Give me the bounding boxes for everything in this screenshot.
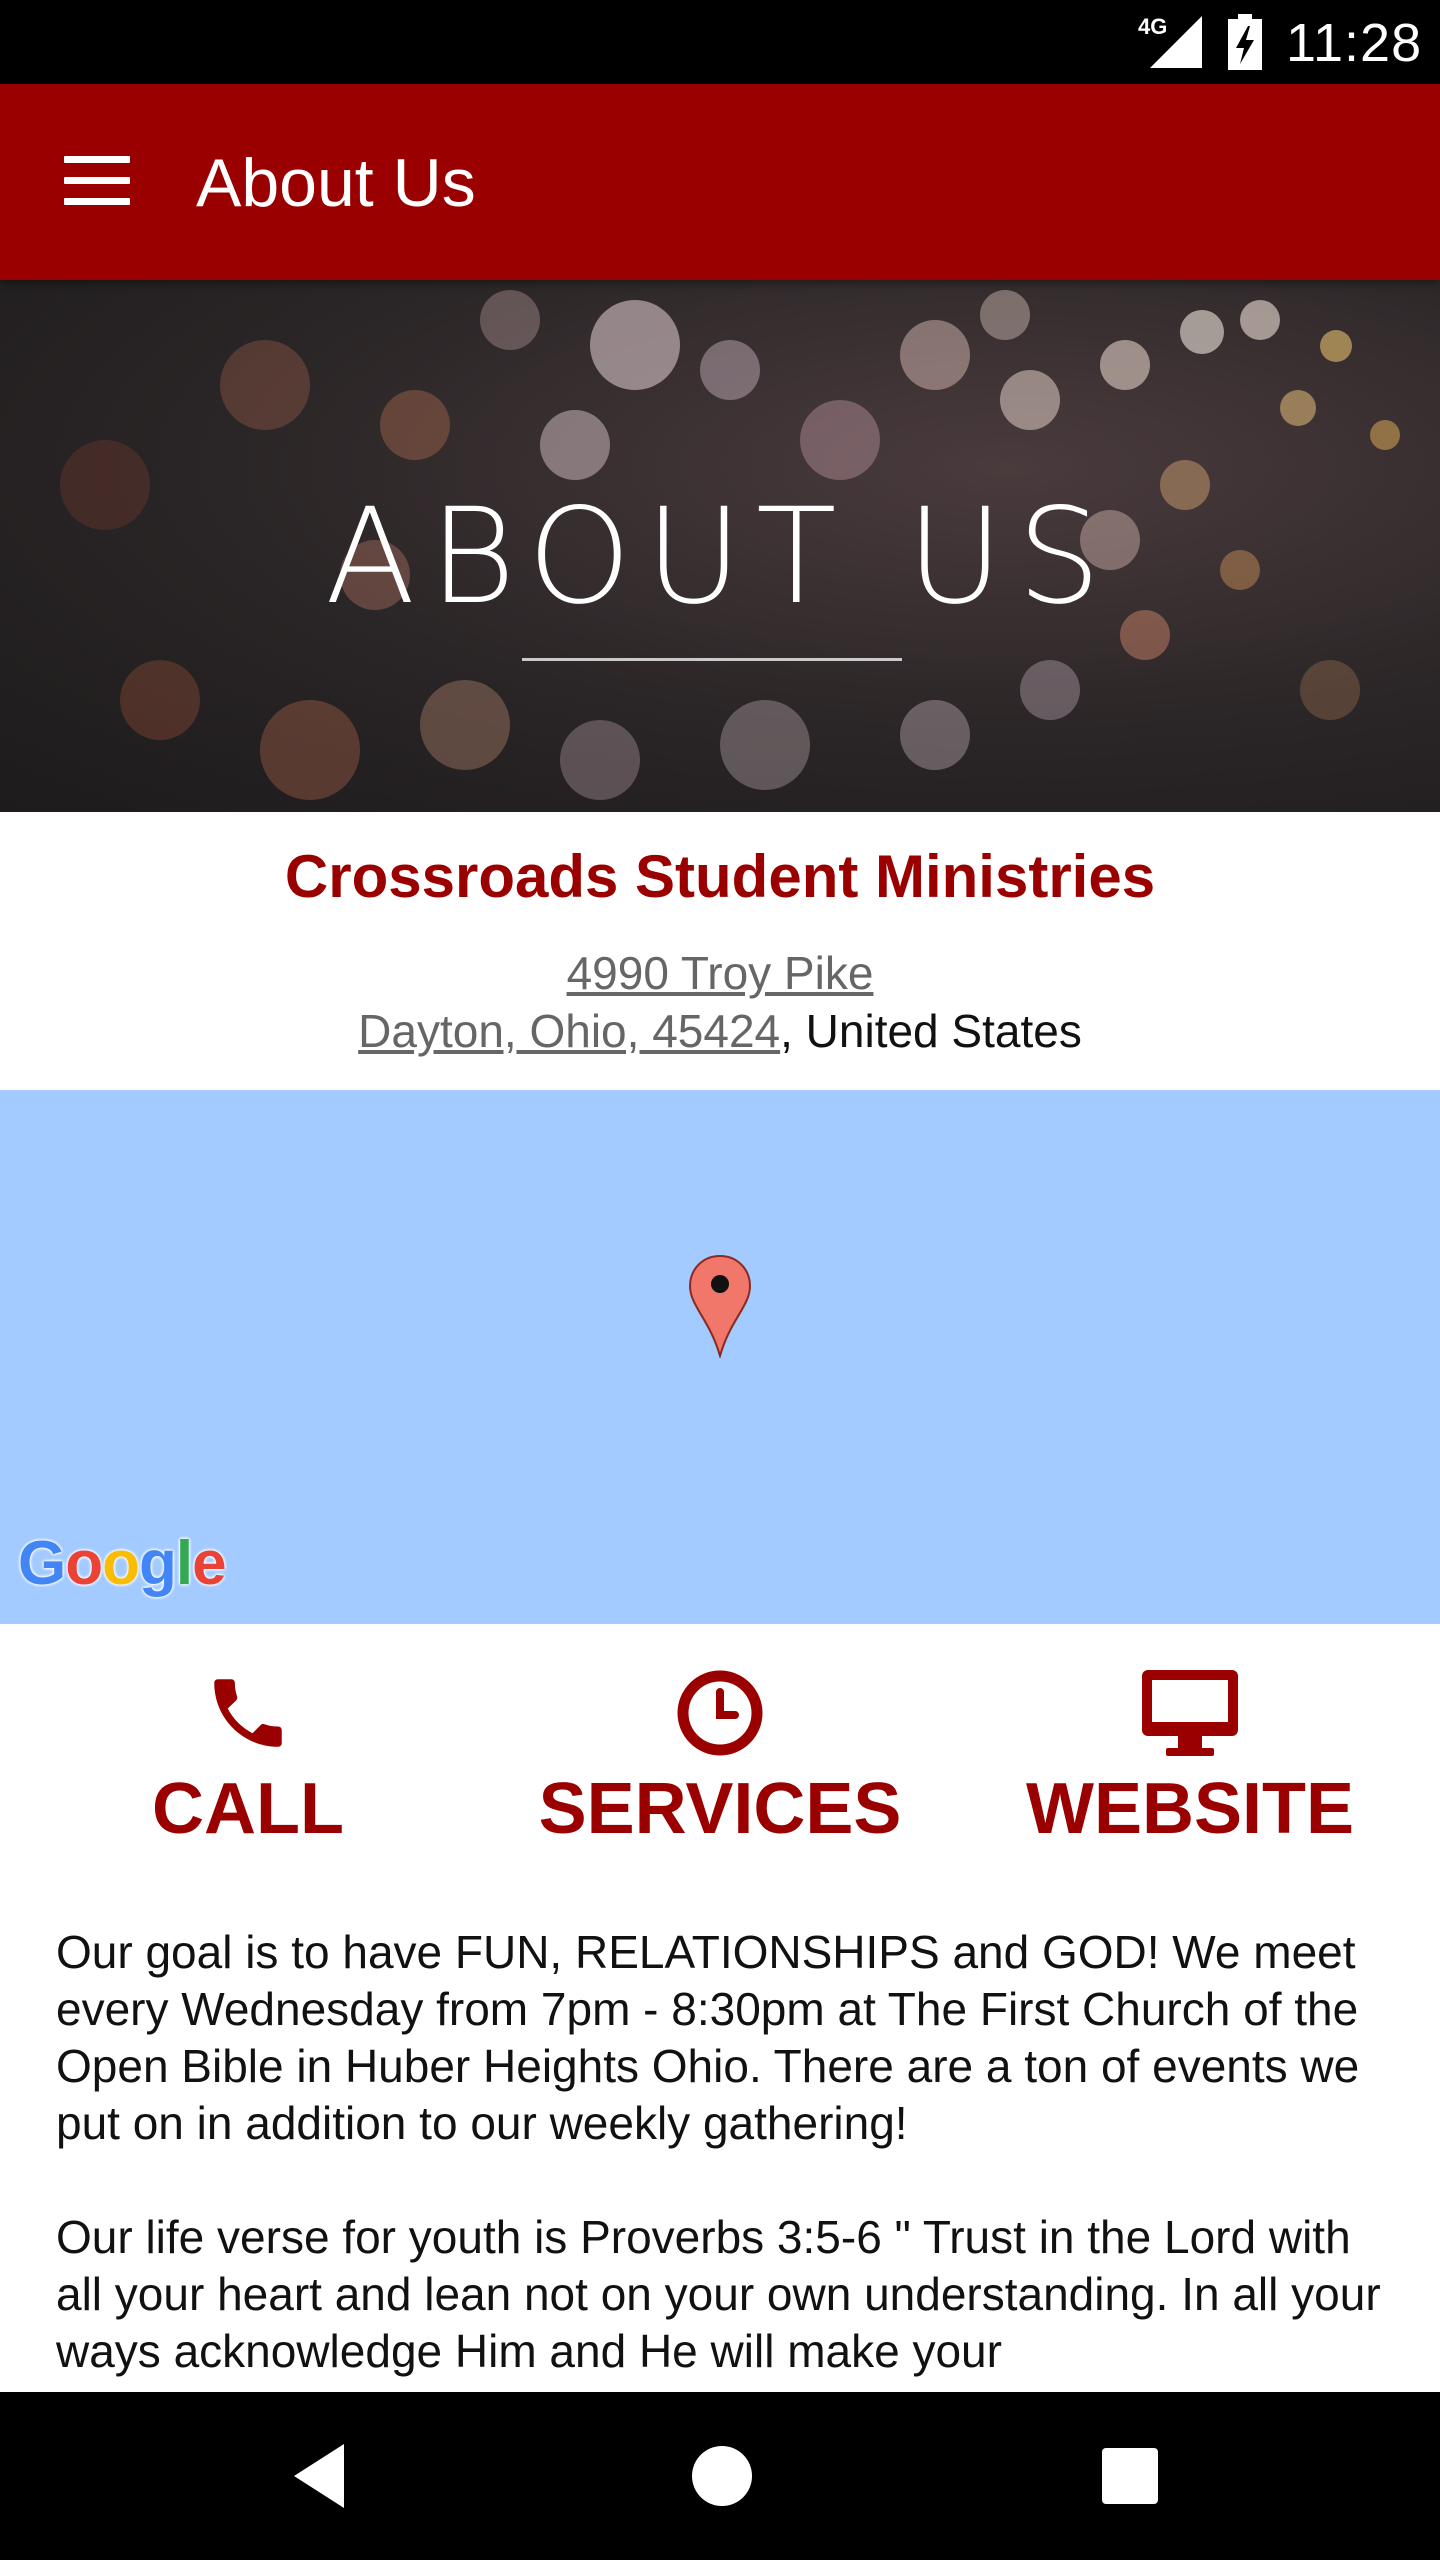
system-nav-bar (0, 2392, 1440, 2560)
country-text: , United States (780, 1005, 1082, 1057)
hero-banner: ABOUT US (0, 280, 1440, 812)
hamburger-menu-icon[interactable] (64, 156, 130, 206)
street-address-link[interactable]: 4990 Troy Pike (567, 947, 874, 999)
back-triangle-icon[interactable] (284, 2436, 356, 2516)
bokeh-decoration (1240, 300, 1280, 340)
clock-icon (677, 1670, 763, 1756)
bokeh-decoration (1000, 370, 1060, 430)
app-bar: About Us (0, 84, 1440, 280)
bokeh-decoration (1020, 660, 1080, 720)
organization-info: Crossroads Student Ministries 4990 Troy … (0, 812, 1440, 1090)
services-button[interactable]: SERVICES (510, 1668, 930, 1850)
bokeh-decoration (480, 290, 540, 350)
bokeh-decoration (560, 720, 640, 800)
map-view[interactable]: Google (0, 1090, 1440, 1624)
bokeh-decoration (540, 410, 610, 480)
action-bar: CALL SERVICES WEBSITE (0, 1624, 1440, 1894)
bokeh-decoration (1300, 660, 1360, 720)
bokeh-decoration (1100, 340, 1150, 390)
city-state-zip-link[interactable]: Dayton, Ohio, 45424 (358, 1005, 780, 1057)
about-paragraph: Our life verse for youth is Proverbs 3:5… (56, 2211, 1381, 2377)
status-time: 11:28 (1286, 13, 1423, 73)
battery-charging-icon (1228, 14, 1262, 70)
about-paragraph: Our goal is to have FUN, RELATIONSHIPS a… (56, 1926, 1360, 2149)
phone-icon (214, 1679, 282, 1747)
bokeh-decoration (800, 400, 880, 480)
bokeh-decoration (1280, 390, 1316, 426)
organization-name: Crossroads Student Ministries (284, 843, 1156, 910)
bokeh-decoration (420, 680, 510, 770)
bokeh-decoration (120, 660, 200, 740)
bokeh-decoration (1180, 310, 1224, 354)
map-pin-icon[interactable] (688, 1254, 752, 1358)
home-circle-icon[interactable] (682, 2436, 762, 2516)
bokeh-decoration (590, 300, 680, 390)
website-label: WEBSITE (1025, 1769, 1354, 1849)
bokeh-decoration (220, 340, 310, 430)
website-button[interactable]: WEBSITE (980, 1668, 1400, 1850)
bokeh-decoration (1370, 420, 1400, 450)
bokeh-decoration (720, 700, 810, 790)
hero-title: ABOUT US (325, 480, 1115, 634)
bokeh-decoration (260, 700, 360, 800)
bokeh-decoration (980, 290, 1030, 340)
call-label: CALL (152, 1769, 344, 1849)
network-type: 4G (1138, 14, 1168, 39)
bokeh-decoration (900, 700, 970, 770)
bokeh-decoration (380, 390, 450, 460)
google-logo: Google (18, 1529, 227, 1598)
address-line-1: 4990 Troy Pike (0, 946, 1440, 1000)
bokeh-decoration (900, 320, 970, 390)
hero-divider (522, 658, 902, 661)
page-title: About Us (196, 145, 476, 221)
monitor-icon (1142, 1670, 1238, 1756)
recents-square-icon[interactable] (1090, 2436, 1170, 2516)
address-line-2: Dayton, Ohio, 45424, United States (0, 1004, 1440, 1058)
bokeh-decoration (700, 340, 760, 400)
status-bar: 4G 11:28 (0, 0, 1440, 84)
services-label: SERVICES (538, 1769, 902, 1849)
call-button[interactable]: CALL (38, 1668, 458, 1850)
about-description: Our goal is to have FUN, RELATIONSHIPS a… (56, 1924, 1396, 2437)
bokeh-decoration (1320, 330, 1352, 362)
